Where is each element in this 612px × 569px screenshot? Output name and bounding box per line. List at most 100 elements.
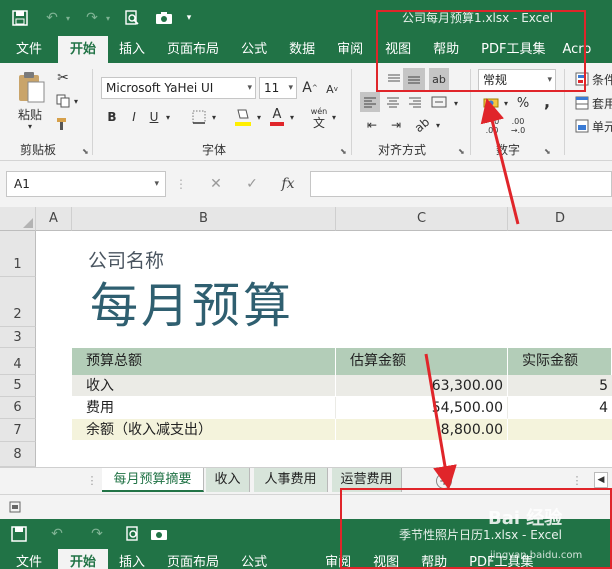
font-size-select[interactable]: 11 ▾ bbox=[259, 77, 297, 99]
row-header-7[interactable]: 7 bbox=[0, 419, 36, 442]
chevron-down-icon[interactable]: ▾ bbox=[210, 110, 218, 124]
tab-page-layout[interactable]: 页面布局 bbox=[156, 36, 230, 63]
redo-icon[interactable]: ↷ bbox=[80, 6, 104, 30]
table-row-actual[interactable]: 5 bbox=[508, 375, 612, 397]
tab-data[interactable]: 数据 bbox=[278, 36, 326, 63]
chevron-down-icon[interactable]: ▾ bbox=[452, 96, 460, 110]
chevron-down-icon[interactable]: ▾ bbox=[288, 110, 296, 124]
accounting-format-icon[interactable] bbox=[481, 93, 501, 113]
table-row-estimate[interactable]: 8,800.00 bbox=[336, 419, 508, 441]
sheet-tab-summary[interactable]: 每月预算摘要 bbox=[102, 468, 204, 492]
merge-center-icon[interactable] bbox=[428, 92, 450, 112]
decrease-decimal-button[interactable]: .00 →.0 bbox=[505, 115, 531, 137]
name-box[interactable]: A1 ▾ bbox=[6, 171, 166, 197]
row-header-3[interactable]: 3 bbox=[0, 327, 36, 348]
table-header-total[interactable]: 预算总额 bbox=[72, 348, 336, 375]
chevron-down-icon[interactable]: ▾ bbox=[164, 110, 172, 124]
undo-icon[interactable]: ↶ bbox=[40, 6, 64, 30]
tab-formulas[interactable]: 公式 bbox=[230, 549, 278, 569]
formula-input[interactable] bbox=[310, 171, 612, 197]
tab-formulas[interactable]: 公式 bbox=[230, 36, 278, 63]
table-row-estimate[interactable]: 54,500.00 bbox=[336, 397, 508, 419]
font-name-select[interactable]: Microsoft YaHei UI ▾ bbox=[101, 77, 256, 99]
decrease-indent-icon[interactable]: ⇤ bbox=[362, 116, 382, 134]
table-format-icon[interactable] bbox=[574, 95, 590, 111]
cell-styles-label[interactable]: 单元 bbox=[592, 118, 612, 134]
customize-qat-icon[interactable]: ▾ bbox=[184, 6, 194, 30]
column-header-b[interactable]: B bbox=[72, 207, 336, 231]
row-header-4[interactable]: 4 bbox=[0, 348, 36, 375]
tab-home[interactable]: 开始 bbox=[58, 36, 109, 63]
cancel-icon[interactable]: ✕ bbox=[202, 171, 230, 197]
tab-home[interactable]: 开始 bbox=[58, 549, 109, 569]
cut-icon[interactable]: ✂ bbox=[54, 69, 72, 87]
cell-styles-icon[interactable] bbox=[574, 118, 590, 134]
print-preview-icon[interactable] bbox=[124, 525, 142, 543]
dialog-launcher-icon[interactable]: ⬊ bbox=[458, 147, 465, 156]
dialog-launcher-icon[interactable]: ⬊ bbox=[340, 147, 347, 156]
sheet-tab-income[interactable]: 收入 bbox=[206, 468, 250, 492]
table-row-actual[interactable]: 4 bbox=[508, 397, 612, 419]
font-grow-button[interactable]: A ^ bbox=[302, 77, 318, 99]
bold-button[interactable]: B bbox=[104, 108, 120, 126]
insert-function-button[interactable]: fx bbox=[274, 171, 302, 197]
sheet-title-cell[interactable]: 每月预算 bbox=[90, 266, 294, 336]
table-header-estimate[interactable]: 估算金额 bbox=[336, 348, 508, 375]
increase-decimal-button[interactable]: ←.0 .00 bbox=[479, 115, 505, 137]
paste-button[interactable]: 粘贴 bbox=[12, 106, 48, 122]
print-preview-icon[interactable] bbox=[120, 6, 144, 30]
chevron-down-icon[interactable]: ▾ bbox=[22, 121, 38, 131]
table-header-actual[interactable]: 实际金额 bbox=[508, 348, 612, 375]
percent-style-button[interactable]: % bbox=[515, 93, 531, 113]
italic-button[interactable]: I bbox=[126, 108, 142, 126]
table-row-label[interactable]: 费用 bbox=[72, 397, 336, 419]
align-right-icon[interactable] bbox=[405, 92, 425, 112]
dialog-launcher-icon[interactable]: ⬊ bbox=[544, 147, 551, 156]
copy-icon[interactable] bbox=[54, 92, 72, 110]
tab-insert[interactable]: 插入 bbox=[108, 36, 156, 63]
dialog-launcher-icon[interactable]: ⬊ bbox=[82, 147, 89, 156]
redo-icon[interactable]: ↷ bbox=[88, 525, 106, 543]
table-row-label[interactable]: 余额（收入减支出） bbox=[72, 419, 336, 441]
chevron-down-icon[interactable]: ▾ bbox=[104, 6, 112, 30]
tab-review[interactable]: 审阅 bbox=[326, 36, 374, 63]
conditional-format-label[interactable]: 条件 bbox=[592, 71, 612, 87]
align-center-icon[interactable] bbox=[383, 92, 403, 112]
undo-icon[interactable]: ↶ bbox=[48, 525, 66, 543]
comma-style-button[interactable]: , bbox=[540, 91, 554, 111]
increase-indent-icon[interactable]: ⇥ bbox=[386, 116, 406, 134]
chevron-down-icon[interactable]: ▾ bbox=[330, 110, 338, 124]
camera-icon[interactable] bbox=[150, 526, 168, 542]
table-row-label[interactable]: 收入 bbox=[72, 375, 336, 397]
row-header-2[interactable]: 2 bbox=[0, 277, 36, 327]
chevron-down-icon[interactable]: ▾ bbox=[255, 110, 263, 124]
more-sheets-icon[interactable]: ⋮ bbox=[572, 472, 583, 488]
row-header-8[interactable]: 8 bbox=[0, 442, 36, 467]
select-all-corner[interactable] bbox=[0, 207, 36, 231]
chevron-down-icon[interactable]: ▾ bbox=[434, 118, 442, 132]
camera-icon[interactable] bbox=[152, 6, 176, 30]
text-direction-icon[interactable]: ab bbox=[409, 112, 436, 139]
enter-icon[interactable]: ✓ bbox=[238, 171, 266, 197]
phonetic-guide-button[interactable]: wén 文 bbox=[308, 105, 330, 131]
column-header-a[interactable]: A bbox=[36, 207, 72, 231]
chevron-down-icon[interactable]: ▾ bbox=[64, 6, 72, 30]
align-left-icon[interactable] bbox=[360, 92, 380, 112]
table-row-estimate[interactable]: 63,300.00 bbox=[336, 375, 508, 397]
row-header-6[interactable]: 6 bbox=[0, 397, 36, 419]
column-header-d[interactable]: D bbox=[508, 207, 612, 231]
row-header-5[interactable]: 5 bbox=[0, 375, 36, 397]
fill-color-icon[interactable] bbox=[233, 106, 253, 128]
macro-record-icon[interactable] bbox=[8, 500, 22, 514]
tab-page-layout[interactable]: 页面布局 bbox=[156, 549, 230, 569]
sheet-tab-personnel[interactable]: 人事费用 bbox=[254, 468, 328, 492]
row-header-1[interactable]: 1 bbox=[0, 231, 36, 277]
paste-icon[interactable] bbox=[14, 69, 48, 105]
column-header-c[interactable]: C bbox=[336, 207, 508, 231]
underline-button[interactable]: U bbox=[146, 108, 162, 126]
table-row-actual[interactable] bbox=[508, 419, 612, 441]
table-format-label[interactable]: 套用 bbox=[592, 95, 612, 111]
more-sheets-icon[interactable]: ⋮ bbox=[86, 472, 98, 488]
tab-file[interactable]: 文件 bbox=[0, 549, 58, 569]
borders-icon[interactable] bbox=[190, 108, 208, 126]
